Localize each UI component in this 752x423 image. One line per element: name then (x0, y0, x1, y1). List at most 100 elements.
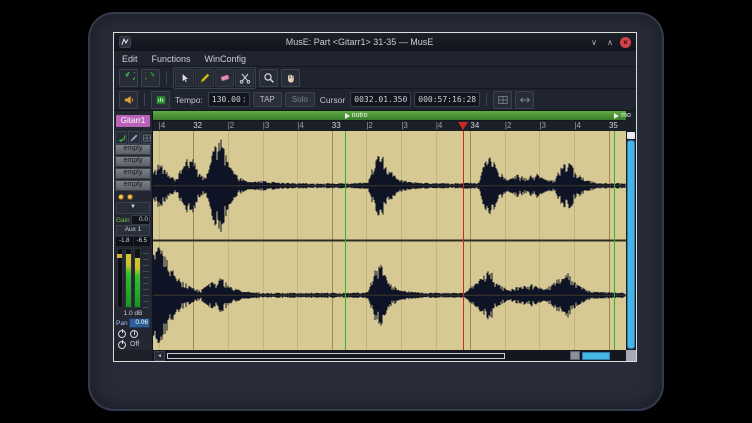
cutter-tool-button[interactable] (235, 69, 254, 87)
zoom-slider[interactable] (582, 352, 610, 360)
zoom-slider-handle[interactable] (570, 351, 580, 360)
marker-strip[interactable]: outromo (153, 111, 626, 121)
menu-winconfig[interactable]: WinConfig (205, 54, 247, 64)
scroll-left-button[interactable]: ◄ (154, 351, 165, 361)
timeline-ruler[interactable]: outromo |432|2|3|433|2|3|434|2|3|435 (153, 111, 626, 131)
toolbar-separator (166, 71, 167, 84)
peak-readouts: -1.8 -6.5 (114, 237, 152, 246)
solo-button[interactable]: Solo (285, 92, 315, 107)
record-leds (114, 192, 152, 201)
tempo-spin-arrows[interactable]: ▴ ▾ (243, 96, 246, 104)
editor-main: emptyemptyemptyempty ▼ Gain 0.0 Aux 1 -1… (114, 131, 636, 350)
stack-item-0[interactable]: empty (115, 144, 151, 155)
menu-edit[interactable]: Edit (122, 54, 138, 64)
resize-grip[interactable] (626, 350, 636, 361)
zoom-tool-icon (263, 72, 275, 84)
audition-button[interactable] (119, 91, 138, 109)
horizontal-scrollbar[interactable]: ◄ (152, 350, 626, 361)
undo-button[interactable] (119, 69, 138, 87)
tempo-value: 130.00 (212, 95, 241, 104)
part-tools-row (114, 131, 152, 144)
marker-flag-icon (345, 113, 350, 119)
pan-tool-button[interactable] (281, 69, 300, 87)
stack-item-1[interactable]: empty (115, 156, 151, 167)
toolbar-separator (486, 93, 487, 106)
undo-icon (123, 72, 135, 84)
peak-left-readout: -1.8 (116, 237, 133, 246)
draw-button[interactable] (128, 131, 140, 144)
pencil-tool-button[interactable] (195, 69, 214, 87)
ruler-tick-b3: |3 (539, 121, 546, 131)
fader-handle-icon[interactable] (117, 254, 122, 258)
scroll-up-button[interactable] (627, 132, 635, 139)
eraser-tool-button[interactable] (215, 69, 234, 87)
titlebar[interactable]: MusE: Part <Gitarr1> 31-35 — MusE ∨ ∧ × (114, 33, 636, 51)
ruler-ticks[interactable]: |432|2|3|433|2|3|434|2|3|435 (153, 121, 626, 131)
pointer-tool-icon (179, 72, 191, 84)
gain-label: Gain (116, 217, 130, 224)
menu-functions[interactable]: Functions (152, 54, 191, 64)
ruler-tick-b3: |3 (401, 121, 408, 131)
close-button[interactable]: × (620, 37, 631, 48)
draw-icon (129, 133, 139, 143)
waveform-svg (153, 131, 626, 350)
marker-flag-icon (614, 113, 619, 119)
stack-item-3[interactable]: empty (115, 180, 151, 191)
level-meters (114, 246, 152, 310)
range-button[interactable] (515, 91, 534, 109)
redo-button[interactable] (141, 69, 160, 87)
edit-toolbar (114, 67, 636, 89)
tempo-spinbox[interactable]: 130.00 ▴ ▾ (208, 92, 250, 107)
pointer-tool-button[interactable] (175, 69, 194, 87)
grid-mini-button[interactable] (141, 131, 153, 144)
tempo-label: Tempo: (175, 95, 203, 105)
vertical-scroll-thumb[interactable] (627, 140, 635, 349)
spin-down-icon[interactable]: ▾ (243, 100, 246, 104)
wave-canvas[interactable] (153, 131, 626, 350)
gain-row: Gain 0.0 (114, 215, 152, 225)
shade-button[interactable]: ∨ (588, 38, 600, 47)
eraser-tool-icon (219, 72, 231, 84)
redo-icon (145, 72, 157, 84)
playhead-marker[interactable] (458, 122, 468, 130)
rollup-button[interactable]: ∧ (604, 38, 616, 47)
return-arrow-button[interactable] (115, 131, 127, 144)
pan-label: Pan (116, 320, 128, 327)
grid-button[interactable] (493, 91, 512, 109)
knob-icon[interactable] (130, 330, 138, 338)
volume-fader[interactable] (117, 248, 123, 308)
follow-song-button[interactable] (151, 91, 170, 109)
gain-value[interactable]: 0.0 (131, 215, 150, 225)
marker-flag-outro[interactable]: outro (345, 111, 368, 120)
meter-right (134, 248, 141, 308)
fader-db-readout: 1.0 dB (114, 310, 152, 318)
aux-send[interactable]: Aux 1 (116, 225, 150, 236)
led-right-icon (127, 194, 133, 200)
horizontal-scroll-thumb[interactable] (167, 353, 505, 359)
part-name-label[interactable]: Gitarr1 (116, 115, 150, 127)
stack-item-2[interactable]: empty (115, 168, 151, 179)
marker-flag-mo[interactable]: mo (614, 111, 631, 120)
panel-buttons-row2: Off (114, 339, 152, 350)
cursor-barbeat-display[interactable]: 0032.01.350 (350, 92, 411, 107)
muse-window: MusE: Part <Gitarr1> 31-35 — MusE ∨ ∧ × … (113, 32, 637, 362)
mute-icon[interactable] (118, 341, 126, 349)
zoom-tool-button[interactable] (259, 69, 278, 87)
collapse-button[interactable]: ▼ (116, 202, 150, 214)
pan-value[interactable]: 0.06 (129, 318, 150, 328)
power-icon[interactable] (118, 330, 126, 338)
cursor-timecode-display[interactable]: 000:57:16:28 (414, 92, 480, 107)
range-icon (519, 94, 531, 106)
vertical-scrollbar[interactable] (626, 131, 636, 350)
pan-tool-icon (285, 72, 297, 84)
app-icon (119, 36, 131, 48)
grid-icon (497, 94, 509, 106)
return-arrow-icon (116, 133, 126, 143)
tap-button[interactable]: TAP (253, 92, 282, 107)
meter-left (125, 248, 132, 308)
tool-group (173, 67, 256, 89)
part-label-cell: Gitarr1 (114, 111, 153, 131)
off-label: Off (130, 341, 139, 348)
ruler-tick-b3: |3 (263, 121, 270, 131)
ruler-tick-b4: |4 (574, 121, 581, 131)
